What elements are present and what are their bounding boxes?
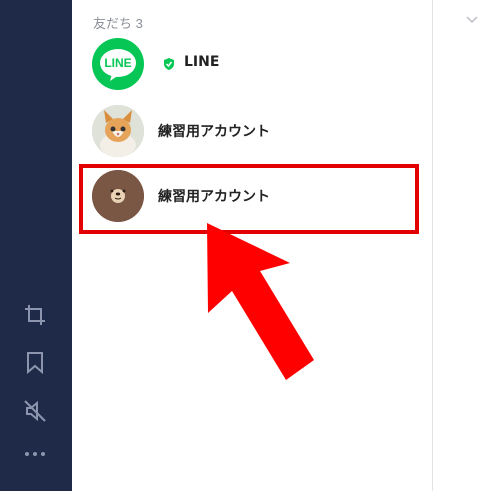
list-item[interactable]: LINE LINE bbox=[80, 36, 420, 94]
bookmark-icon[interactable] bbox=[22, 350, 48, 376]
chevron-down-icon[interactable] bbox=[464, 14, 480, 26]
line-logo-text: LINE bbox=[104, 56, 132, 70]
crop-icon[interactable] bbox=[22, 302, 48, 328]
avatar: LINE bbox=[92, 38, 144, 90]
left-sidebar bbox=[0, 0, 72, 491]
panel-divider bbox=[432, 0, 433, 491]
verified-badge-icon bbox=[164, 58, 174, 70]
list-item[interactable]: 練習用アカウント bbox=[80, 103, 420, 161]
red-arrow-icon bbox=[207, 223, 314, 380]
kitten-photo-icon bbox=[92, 105, 144, 157]
more-icon[interactable] bbox=[22, 441, 48, 467]
mute-icon[interactable] bbox=[22, 398, 48, 424]
avatar bbox=[92, 105, 144, 157]
friend-name: LINE bbox=[184, 54, 220, 70]
friends-section-header[interactable]: 友だち 3 bbox=[93, 13, 143, 32]
friend-name: 練習用アカウント bbox=[158, 124, 270, 140]
